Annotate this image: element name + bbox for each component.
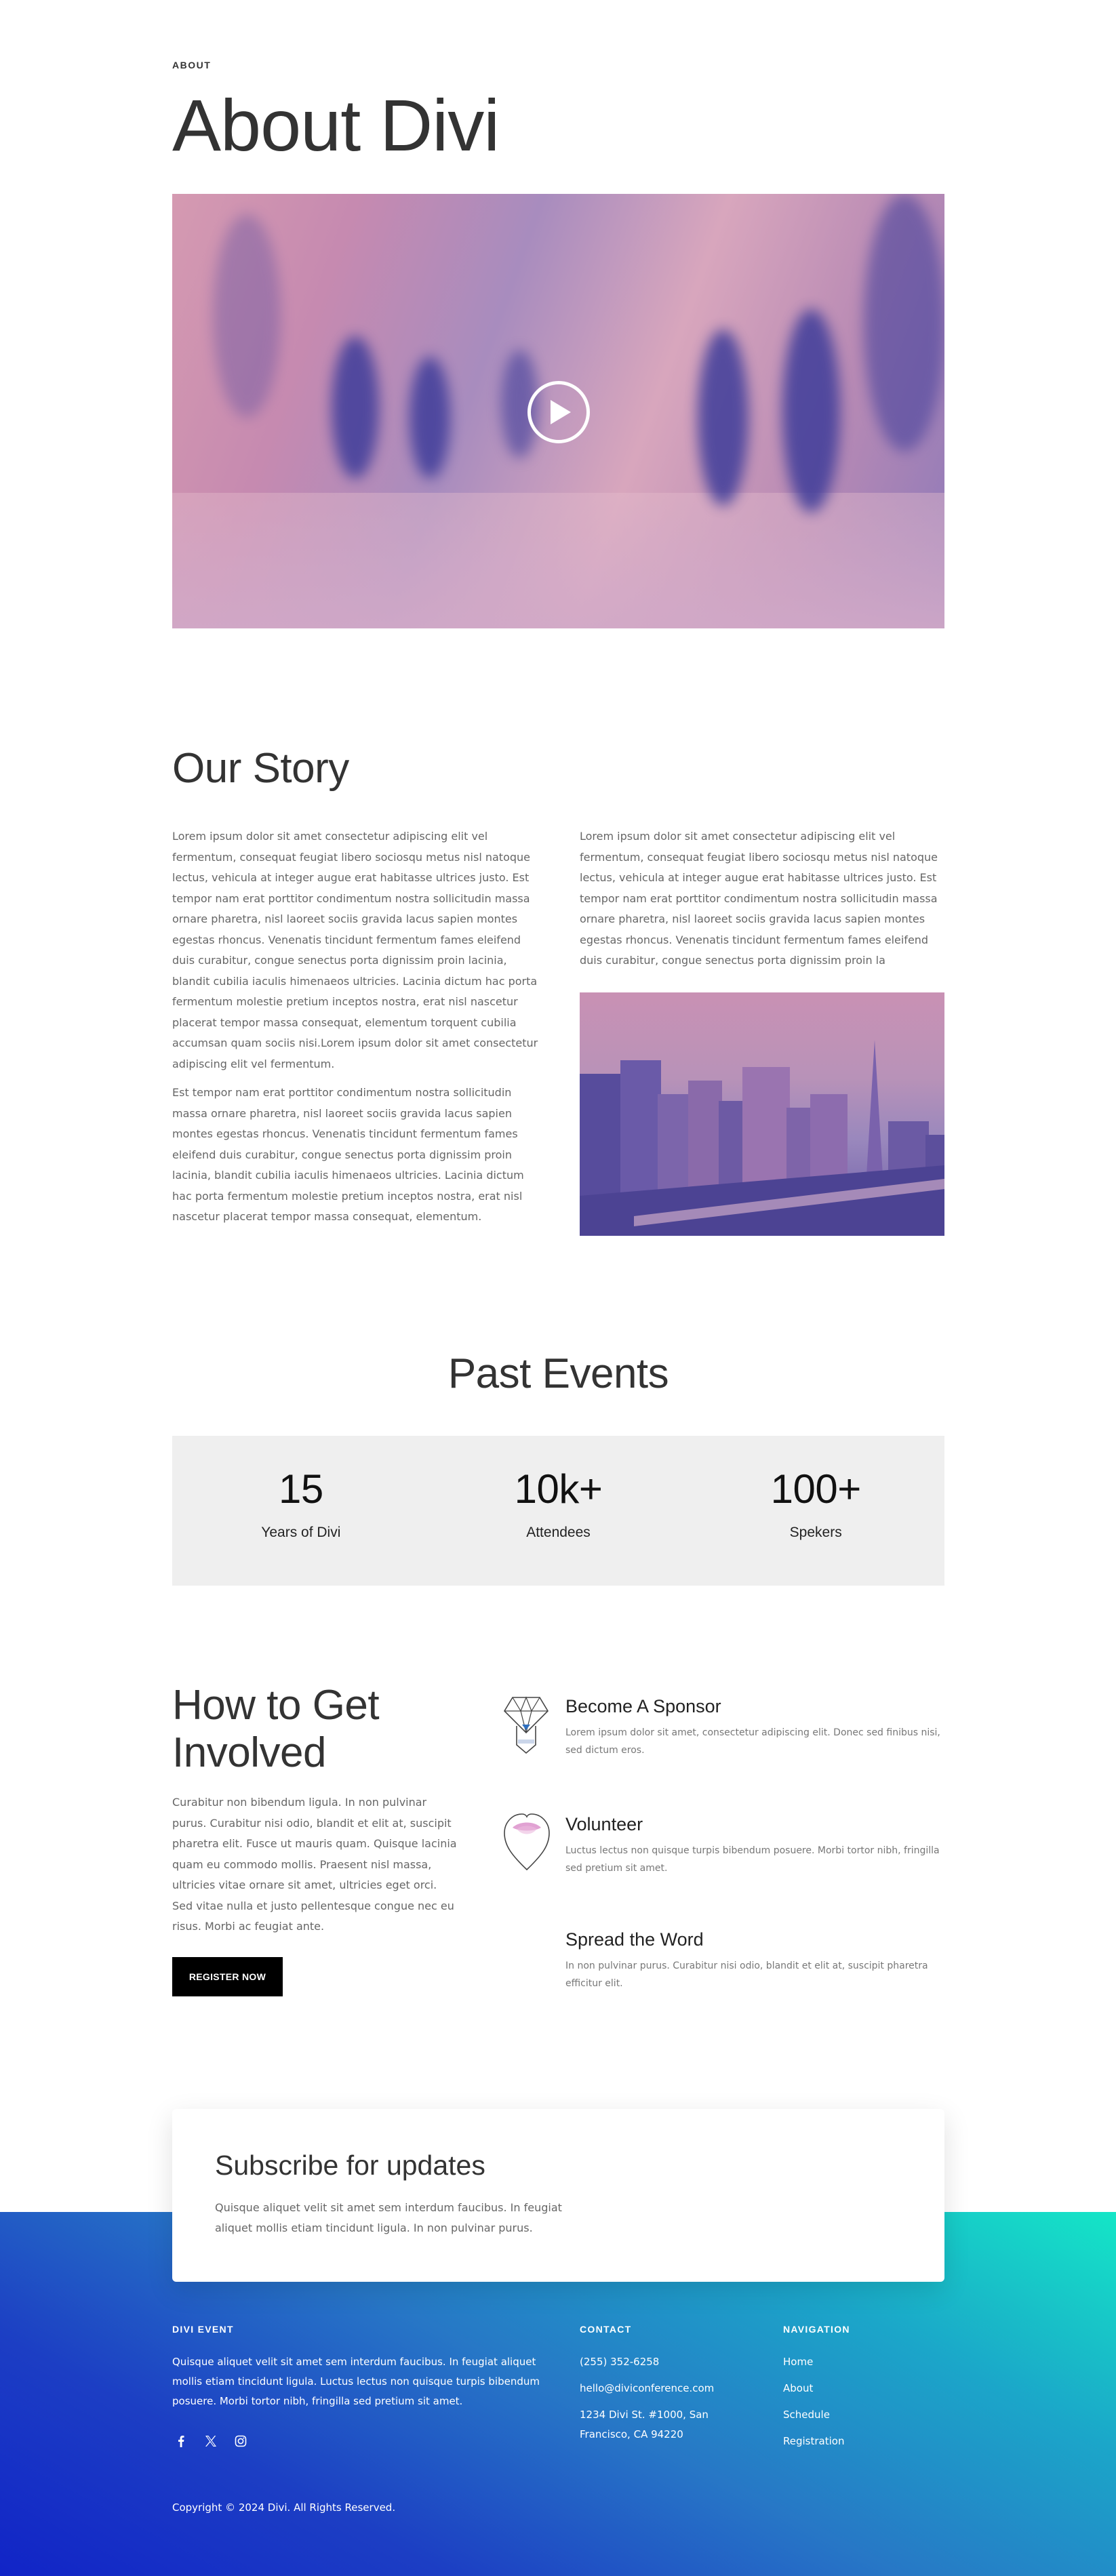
- footer-nav-heading: NAVIGATION: [783, 2324, 850, 2335]
- involve-item-title: Spread the Word: [565, 1929, 704, 1950]
- footer-nav-registration[interactable]: Registration: [783, 2432, 919, 2451]
- footer-nav: Home About Schedule Registration: [783, 2352, 919, 2458]
- story-paragraph: Est tempor nam erat porttitor condimentu…: [172, 1086, 524, 1223]
- footer-about-heading: DIVI EVENT: [172, 2324, 234, 2335]
- involve-item-spread-word: Spread the Word In non pulvinar purus. C…: [565, 1929, 945, 1992]
- footer-nav-schedule[interactable]: Schedule: [783, 2405, 919, 2425]
- section-eyebrow: ABOUT: [172, 60, 212, 71]
- x-twitter-icon: [205, 2436, 216, 2447]
- video-figure: [410, 357, 450, 479]
- involve-item-sponsor: Become A Sponsor Lorem ipsum dolor sit a…: [565, 1696, 945, 1759]
- play-button[interactable]: [527, 381, 590, 443]
- involved-title: How to Get Involved: [172, 1682, 380, 1776]
- subscribe-card: Subscribe for updates Quisque aliquet ve…: [172, 2109, 944, 2282]
- video-street-overlay: [172, 493, 944, 628]
- footer-contact: (255) 352-6258 hello@diviconference.com …: [580, 2352, 742, 2451]
- events-title: Past Events: [447, 1350, 669, 1397]
- stat-label: Spekers: [789, 1525, 842, 1540]
- video-figure: [698, 329, 749, 506]
- stat-item: 100+ Spekers: [687, 1436, 944, 1586]
- involve-item-title: Become A Sponsor: [565, 1696, 721, 1716]
- play-icon: [551, 400, 571, 424]
- stat-label: Attendees: [526, 1525, 591, 1540]
- instagram-link[interactable]: [232, 2432, 250, 2450]
- involve-item-text: Luctus lectus non quisque turpis bibendu…: [565, 1845, 940, 1874]
- footer-nav-home[interactable]: Home: [783, 2352, 919, 2372]
- involved-text: Curabitur non bibendum ligula. In non pu…: [172, 1796, 457, 1933]
- social-links: [172, 2432, 250, 2450]
- stat-label: Years of Divi: [261, 1525, 341, 1540]
- stats-panel: 15 Years of Divi 10k+ Attendees 100+ Spe…: [172, 1436, 944, 1586]
- city-image: [580, 992, 944, 1236]
- city-skyline-illustration: [580, 1040, 944, 1236]
- stat-number: 15: [278, 1466, 323, 1512]
- footer-about-text: Quisque aliquet velit sit amet sem inter…: [172, 2356, 540, 2407]
- footer-phone[interactable]: (255) 352-6258: [580, 2352, 742, 2372]
- stat-number: 10k+: [514, 1466, 603, 1512]
- facebook-icon: [178, 2436, 184, 2447]
- copyright: Copyright © 2024 Divi. All Rights Reserv…: [172, 2501, 396, 2514]
- page-title: About Divi: [172, 84, 500, 166]
- diamond-badge-icon: [503, 1696, 549, 1759]
- footer-nav-about[interactable]: About: [783, 2379, 919, 2398]
- involve-item-title: Volunteer: [565, 1814, 643, 1834]
- video-building: [864, 194, 944, 451]
- register-now-button[interactable]: REGISTER NOW: [172, 1957, 283, 1996]
- subscribe-title: Subscribe for updates: [215, 2150, 485, 2181]
- stat-item: 10k+ Attendees: [430, 1436, 687, 1586]
- story-paragraph: Lorem ipsum dolor sit amet consectetur a…: [172, 830, 538, 1070]
- stat-item: 15 Years of Divi: [172, 1436, 430, 1586]
- facebook-link[interactable]: [172, 2432, 190, 2450]
- footer-contact-heading: CONTACT: [580, 2324, 632, 2335]
- footer-email[interactable]: hello@diviconference.com: [580, 2379, 742, 2398]
- story-paragraph: Lorem ipsum dolor sit amet consectetur a…: [580, 830, 938, 967]
- video-figure: [782, 309, 840, 512]
- video-building: [213, 214, 281, 418]
- involve-item-text: In non pulvinar purus. Curabitur nisi od…: [565, 1960, 928, 1989]
- instagram-icon: [235, 2435, 247, 2447]
- story-column-right: Lorem ipsum dolor sit amet consectetur a…: [580, 826, 946, 971]
- heart-icon: [503, 1811, 551, 1874]
- stat-number: 100+: [770, 1466, 862, 1512]
- story-title: Our Story: [172, 745, 349, 792]
- subscribe-text: Quisque aliquet velit sit amet sem inter…: [215, 2201, 562, 2234]
- video-figure: [332, 336, 379, 479]
- story-column-left: Lorem ipsum dolor sit amet consectetur a…: [172, 826, 538, 1228]
- video-player[interactable]: [172, 194, 944, 628]
- involve-item-text: Lorem ipsum dolor sit amet, consectetur …: [565, 1727, 940, 1756]
- footer-address: 1234 Divi St. #1000, San Francisco, CA 9…: [580, 2409, 709, 2440]
- involve-item-volunteer: Volunteer Luctus lectus non quisque turp…: [565, 1814, 945, 1877]
- x-twitter-link[interactable]: [202, 2432, 220, 2450]
